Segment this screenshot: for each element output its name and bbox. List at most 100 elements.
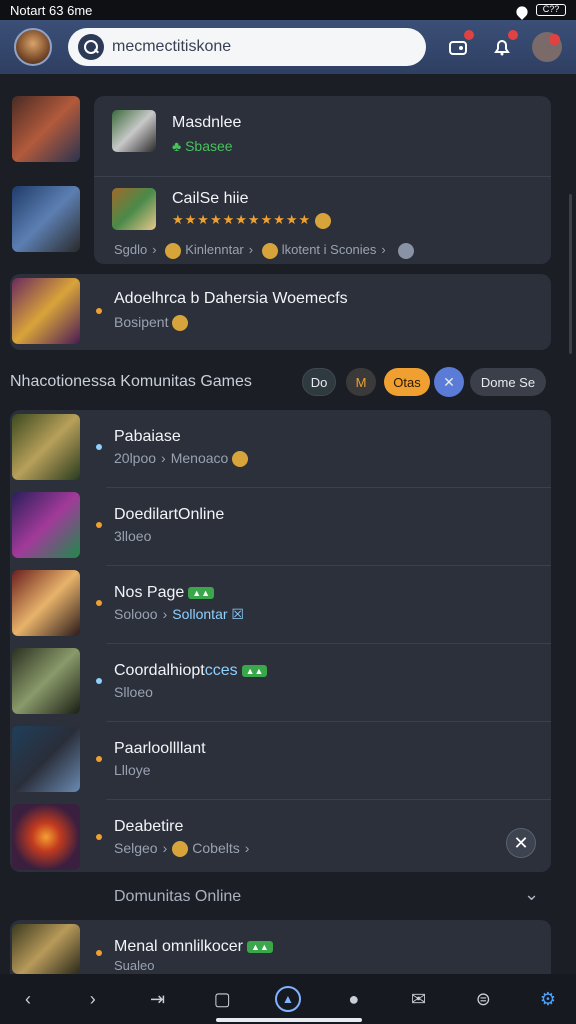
- games-list: Pabaiase 20lpoo › Menoaco DoedilartOnline …: [10, 410, 551, 872]
- game-icon: [112, 110, 156, 152]
- bullet: [96, 308, 102, 314]
- bullet: [96, 444, 102, 450]
- list-item-title[interactable]: Paarloollllant: [114, 740, 206, 758]
- game-thumbnail: [12, 924, 80, 974]
- status-icons: C??: [514, 4, 566, 16]
- filter-chip[interactable]: Dome Se: [470, 368, 546, 396]
- sync-icon[interactable]: ⊜: [471, 989, 495, 1010]
- meta-item: Sgdlo: [114, 242, 148, 257]
- main-content: Masdnlee ♣ Sbasee CailSe hiie ★★★★★★★★★★…: [0, 74, 576, 974]
- search-icon[interactable]: [78, 34, 104, 60]
- list-item-title-text: Coordalhiopt: [114, 662, 205, 679]
- list-item-title[interactable]: DoedilartOnline: [114, 506, 224, 524]
- divider: [106, 487, 551, 488]
- search-bar[interactable]: [68, 28, 426, 66]
- game-thumbnail[interactable]: [12, 414, 80, 480]
- list-item-subtitle: Selgeo › Cobelts ›: [114, 840, 250, 858]
- top-app-bar: [0, 20, 576, 74]
- list-item-subtitle: Sualeo: [114, 958, 155, 973]
- home-icon[interactable]: ▲: [275, 986, 301, 1012]
- list-item-title-accent: cces: [204, 662, 238, 679]
- featured-title: Masdnlee: [172, 114, 242, 131]
- tabs-icon[interactable]: ▢: [210, 989, 234, 1010]
- section-title: Nhacotionessa Komunitas Games: [10, 373, 252, 390]
- emoji-icon: [172, 841, 189, 858]
- emoji-icon: [398, 242, 415, 259]
- user-avatar[interactable]: [14, 28, 52, 66]
- wifi-icon: [514, 4, 530, 16]
- featured-title: CailSe hiie: [172, 190, 249, 207]
- new-badge: ▲▲: [188, 586, 215, 599]
- game-thumbnail[interactable]: [12, 726, 80, 792]
- divider: [106, 721, 551, 722]
- chat-icon[interactable]: ●: [342, 989, 366, 1010]
- bullet: [96, 756, 102, 762]
- notification-dot: [508, 30, 518, 40]
- forward-arrow-icon[interactable]: ›: [81, 989, 105, 1010]
- filter-chip[interactable]: Do: [302, 368, 336, 396]
- game-thumbnail[interactable]: [12, 492, 80, 558]
- list-item-title: Menal omnlilkocer ▲▲: [114, 938, 273, 956]
- list-item-title[interactable]: Deabetire: [114, 818, 183, 836]
- list-item-meta: Menoaco: [170, 450, 229, 466]
- featured-card[interactable]: Masdnlee ♣ Sbasee CailSe hiie ★★★★★★★★★★…: [94, 96, 551, 264]
- featured-subtitle: ♣ Sbasee: [172, 138, 233, 154]
- emoji-icon: [172, 315, 189, 332]
- share-icon[interactable]: ⇥: [146, 989, 170, 1010]
- featured-row-subtitle: Bosipent: [114, 314, 189, 332]
- game-thumbnail[interactable]: [12, 570, 80, 636]
- list-item-meta: Cobelts: [192, 840, 240, 856]
- search-input[interactable]: [112, 38, 412, 56]
- meta-item: lkotent i Sconies: [281, 242, 377, 257]
- game-thumbnail[interactable]: [12, 96, 80, 162]
- featured-meta: Sgdlo › Kinlenntar › lkotent i Sconies ›: [114, 242, 415, 259]
- status-text: Notart 63 6me: [10, 2, 93, 18]
- emoji-icon: [232, 451, 249, 468]
- chevron-down-icon[interactable]: ⌄: [524, 884, 539, 905]
- filter-chip-active[interactable]: Otas: [384, 368, 430, 396]
- filter-chip-icon[interactable]: ✕: [434, 367, 464, 397]
- list-item-meta: Sollontar: [172, 606, 228, 622]
- game-thumbnail[interactable]: [12, 804, 80, 870]
- bottom-navigation: ‹ › ⇥ ▢ ▲ ● ✉ ⊜ ⚙: [0, 974, 576, 1024]
- settings-icon[interactable]: ⚙: [536, 989, 560, 1010]
- list-item-subtitle: Solooo › Sollontar ☒: [114, 606, 244, 622]
- game-thumbnail: [12, 278, 80, 344]
- bell-icon[interactable]: [488, 30, 518, 61]
- list-item-subtitle: Llloye: [114, 762, 151, 778]
- bullet: [96, 600, 102, 606]
- list-item-title-text: Nos Page: [114, 584, 185, 601]
- filter-chip[interactable]: M: [346, 368, 376, 396]
- bullet: [96, 678, 102, 684]
- mail-icon[interactable]: ✉: [407, 989, 431, 1010]
- status-bar: Notart 63 6me C??: [0, 0, 576, 20]
- emoji-icon: [261, 242, 278, 259]
- meta-item: Kinlenntar: [185, 242, 244, 257]
- bullet: [96, 834, 102, 840]
- list-item-title[interactable]: Nos Page ▲▲: [114, 584, 215, 602]
- list-item-subtitle: 20lpoo › Menoaco: [114, 450, 249, 468]
- list-item-meta: Selgeo: [114, 840, 158, 856]
- list-item-subtitle: Slloeo: [114, 684, 153, 700]
- game-controller-icon[interactable]: [444, 30, 474, 61]
- game-thumbnail[interactable]: [12, 648, 80, 714]
- scrollbar[interactable]: [569, 194, 572, 354]
- list-item-title-text: Menal omnlilkocer: [114, 938, 243, 955]
- featured-subtitle-text: Sbasee: [185, 138, 233, 154]
- close-icon[interactable]: ✕: [506, 828, 536, 858]
- list-item-title[interactable]: Pabaiase: [114, 428, 181, 446]
- list-item[interactable]: Menal omnlilkocer ▲▲ Sualeo: [10, 920, 551, 974]
- profile-menu-icon[interactable]: [532, 32, 562, 62]
- featured-row[interactable]: Adoelhrca b Dahersia Woemecfs Bosipent: [10, 274, 551, 350]
- featured-row-subtitle-text: Bosipent: [114, 314, 169, 330]
- collapsed-group-label[interactable]: Domunitas Online: [114, 888, 241, 906]
- game-icon: [112, 188, 156, 230]
- featured-row-title: Adoelhrca b Dahersia Woemecfs: [114, 290, 348, 307]
- game-thumbnail[interactable]: [12, 186, 80, 252]
- list-item-title[interactable]: Coordalhioptcces ▲▲: [114, 662, 268, 680]
- back-arrow-icon[interactable]: ‹: [16, 989, 40, 1010]
- emoji-icon: [315, 212, 332, 229]
- list-item-subtitle: 3lloeo: [114, 528, 152, 544]
- rating-stars-text: ★★★★★★★★★★★: [172, 212, 312, 227]
- divider: [94, 176, 551, 177]
